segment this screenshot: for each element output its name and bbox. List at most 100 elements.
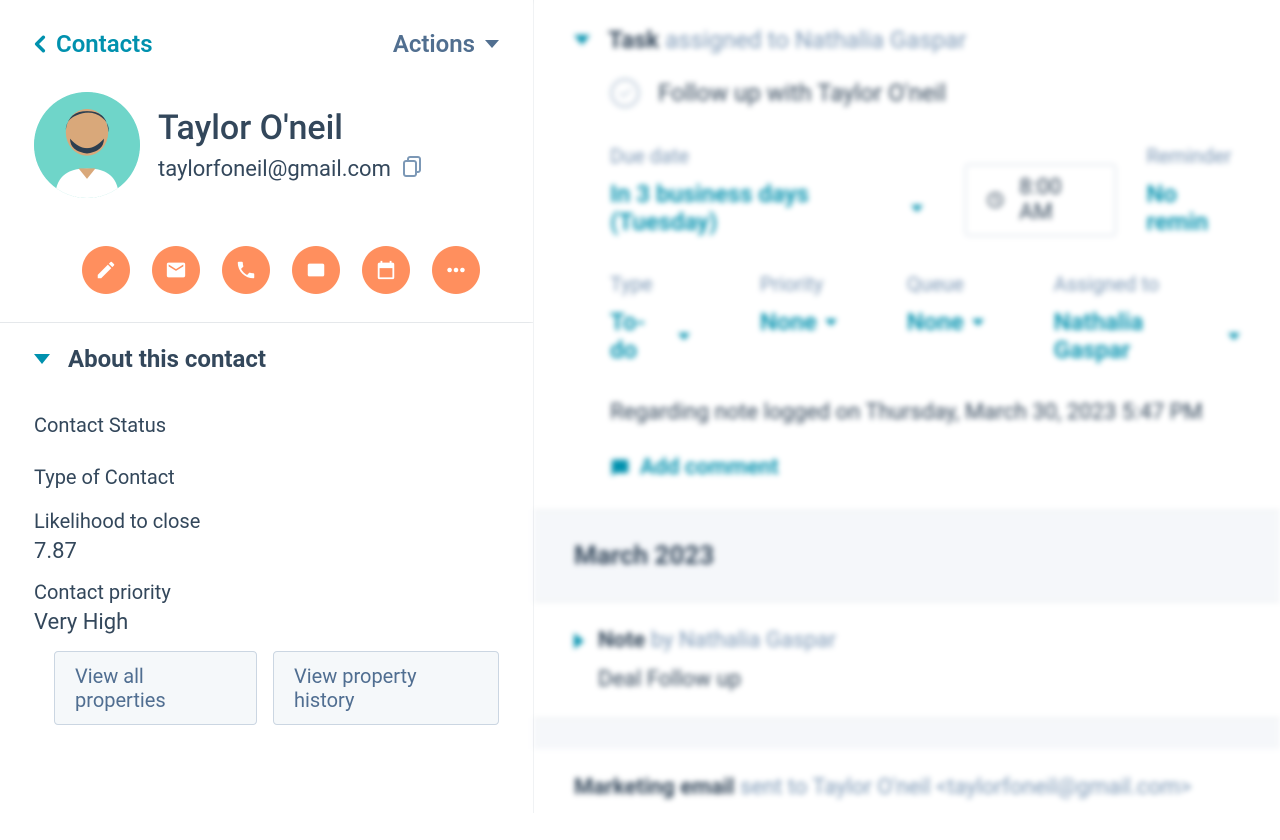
note-title: Note by Nathalia Gaspar bbox=[598, 628, 836, 653]
actions-menu[interactable]: Actions bbox=[393, 30, 499, 58]
call-button[interactable] bbox=[222, 246, 270, 294]
task-meta-row: Type To-do Priority None Queue None Assi… bbox=[610, 272, 1240, 364]
task-header-prefix: Task bbox=[608, 26, 659, 54]
email-icon bbox=[165, 259, 187, 281]
back-label: Contacts bbox=[56, 30, 153, 58]
about-section: About this contact Contact Status Type o… bbox=[0, 323, 533, 755]
prop-label: Contact priority bbox=[34, 580, 499, 604]
time-picker[interactable]: 8:00 AM bbox=[965, 164, 1116, 236]
prop-label: Contact Status bbox=[34, 413, 499, 437]
prop-label: Type of Contact bbox=[34, 465, 499, 489]
property-buttons: View all properties View property histor… bbox=[34, 651, 499, 725]
more-icon bbox=[445, 259, 467, 281]
task-body: Follow up with Taylor O'neil Due date In… bbox=[574, 78, 1240, 480]
prop-type-of-contact[interactable]: Type of Contact bbox=[34, 465, 499, 489]
task-card: Task assigned to Nathalia Gaspar Follow … bbox=[534, 0, 1280, 511]
meeting-button[interactable] bbox=[362, 246, 410, 294]
sidebar-top: Contacts Actions Taylor O'neil bbox=[0, 0, 533, 323]
due-date-field[interactable]: Due date In 3 business days (Tuesday) bbox=[610, 144, 923, 236]
prop-likelihood[interactable]: Likelihood to close 7.87 bbox=[34, 509, 499, 564]
type-value[interactable]: To-do bbox=[610, 308, 690, 364]
copy-email-button[interactable] bbox=[403, 156, 423, 182]
field-label: Priority bbox=[760, 272, 837, 296]
caret-down-icon bbox=[678, 333, 690, 340]
field-label: Type bbox=[610, 272, 690, 296]
prop-priority[interactable]: Contact priority Very High bbox=[34, 580, 499, 635]
sidebar-top-row: Contacts Actions bbox=[34, 30, 499, 58]
email-header-prefix: Marketing email bbox=[574, 775, 735, 800]
log-icon bbox=[305, 259, 327, 281]
queue-field[interactable]: Queue None bbox=[907, 272, 984, 364]
prop-contact-status[interactable]: Contact Status bbox=[34, 413, 499, 437]
task-name: Follow up with Taylor O'neil bbox=[658, 79, 946, 107]
prop-value: Very High bbox=[34, 610, 499, 635]
note-icon bbox=[95, 259, 117, 281]
marketing-email-card: Marketing email sent to Taylor O'neil <t… bbox=[534, 749, 1280, 840]
contact-sidebar: Contacts Actions Taylor O'neil bbox=[0, 0, 534, 813]
priority-value[interactable]: None bbox=[760, 308, 837, 336]
note-header-suffix: by Nathalia Gaspar bbox=[651, 628, 836, 653]
phone-icon bbox=[235, 259, 257, 281]
add-comment-label: Add comment bbox=[640, 455, 779, 480]
prop-value: 7.87 bbox=[34, 539, 499, 564]
assigned-field[interactable]: Assigned to Nathalia Gaspar bbox=[1054, 272, 1240, 364]
back-to-contacts[interactable]: Contacts bbox=[34, 30, 153, 58]
note-header-prefix: Note bbox=[598, 628, 645, 653]
contact-email: taylorfoneil@gmail.com bbox=[158, 157, 391, 182]
field-label: Queue bbox=[907, 272, 984, 296]
check-icon bbox=[617, 85, 633, 101]
contact-name: Taylor O'neil bbox=[158, 108, 423, 148]
assigned-value[interactable]: Nathalia Gaspar bbox=[1054, 308, 1240, 364]
due-date-value[interactable]: In 3 business days (Tuesday) bbox=[610, 180, 923, 236]
email-row: taylorfoneil@gmail.com bbox=[158, 156, 423, 182]
priority-field[interactable]: Priority None bbox=[760, 272, 837, 364]
log-button[interactable] bbox=[292, 246, 340, 294]
regarding-text: Regarding note logged on Thursday, March… bbox=[610, 400, 1240, 425]
caret-down-icon bbox=[485, 40, 499, 48]
add-comment-button[interactable]: Add comment bbox=[610, 455, 1240, 480]
timeline-panel: Task assigned to Nathalia Gaspar Follow … bbox=[534, 0, 1280, 813]
chevron-down-icon bbox=[34, 354, 50, 364]
actions-label: Actions bbox=[393, 30, 475, 58]
view-all-properties-button[interactable]: View all properties bbox=[54, 651, 257, 725]
month-separator: March 2023 bbox=[534, 511, 1280, 601]
profile-text: Taylor O'neil taylorfoneil@gmail.com bbox=[158, 108, 423, 182]
about-section-title: About this contact bbox=[68, 345, 266, 373]
clock-icon bbox=[986, 190, 1005, 210]
time-value: 8:00 AM bbox=[1019, 175, 1095, 225]
note-body: Deal Follow up bbox=[574, 667, 1240, 692]
about-section-toggle[interactable]: About this contact bbox=[34, 345, 499, 373]
task-title: Task assigned to Nathalia Gaspar bbox=[608, 26, 966, 54]
field-label: Reminder bbox=[1146, 144, 1240, 168]
task-header[interactable]: Task assigned to Nathalia Gaspar bbox=[574, 26, 1240, 54]
chevron-right-icon bbox=[574, 633, 584, 649]
more-button[interactable] bbox=[432, 246, 480, 294]
email-button[interactable] bbox=[152, 246, 200, 294]
caret-down-icon bbox=[972, 319, 984, 326]
profile-header: Taylor O'neil taylorfoneil@gmail.com bbox=[34, 92, 499, 198]
note-button[interactable] bbox=[82, 246, 130, 294]
copy-icon bbox=[403, 156, 423, 178]
due-date-text: In 3 business days (Tuesday) bbox=[610, 180, 903, 236]
email-header[interactable]: Marketing email sent to Taylor O'neil <t… bbox=[574, 775, 1240, 800]
task-header-suffix: assigned to Nathalia Gaspar bbox=[665, 26, 966, 54]
note-card: Note by Nathalia Gaspar Deal Follow up bbox=[534, 601, 1280, 719]
task-item[interactable]: Follow up with Taylor O'neil bbox=[610, 78, 1240, 108]
avatar[interactable] bbox=[34, 92, 140, 198]
note-header[interactable]: Note by Nathalia Gaspar bbox=[574, 628, 1240, 653]
chevron-down-icon bbox=[574, 35, 590, 45]
task-due-row: Due date In 3 business days (Tuesday) 8:… bbox=[610, 144, 1240, 236]
queue-value[interactable]: None bbox=[907, 308, 984, 336]
field-label: Assigned to bbox=[1054, 272, 1240, 296]
caret-down-icon bbox=[825, 319, 837, 326]
contact-action-buttons bbox=[34, 246, 499, 294]
view-property-history-button[interactable]: View property history bbox=[273, 651, 499, 725]
task-checkbox[interactable] bbox=[610, 78, 640, 108]
reminder-value: No remin bbox=[1146, 180, 1240, 236]
prop-label: Likelihood to close bbox=[34, 509, 499, 533]
reminder-field[interactable]: Reminder No remin bbox=[1146, 144, 1240, 236]
caret-down-icon bbox=[911, 205, 923, 212]
type-field[interactable]: Type To-do bbox=[610, 272, 690, 364]
avatar-illustration-icon bbox=[34, 92, 140, 198]
comment-icon bbox=[610, 458, 630, 478]
